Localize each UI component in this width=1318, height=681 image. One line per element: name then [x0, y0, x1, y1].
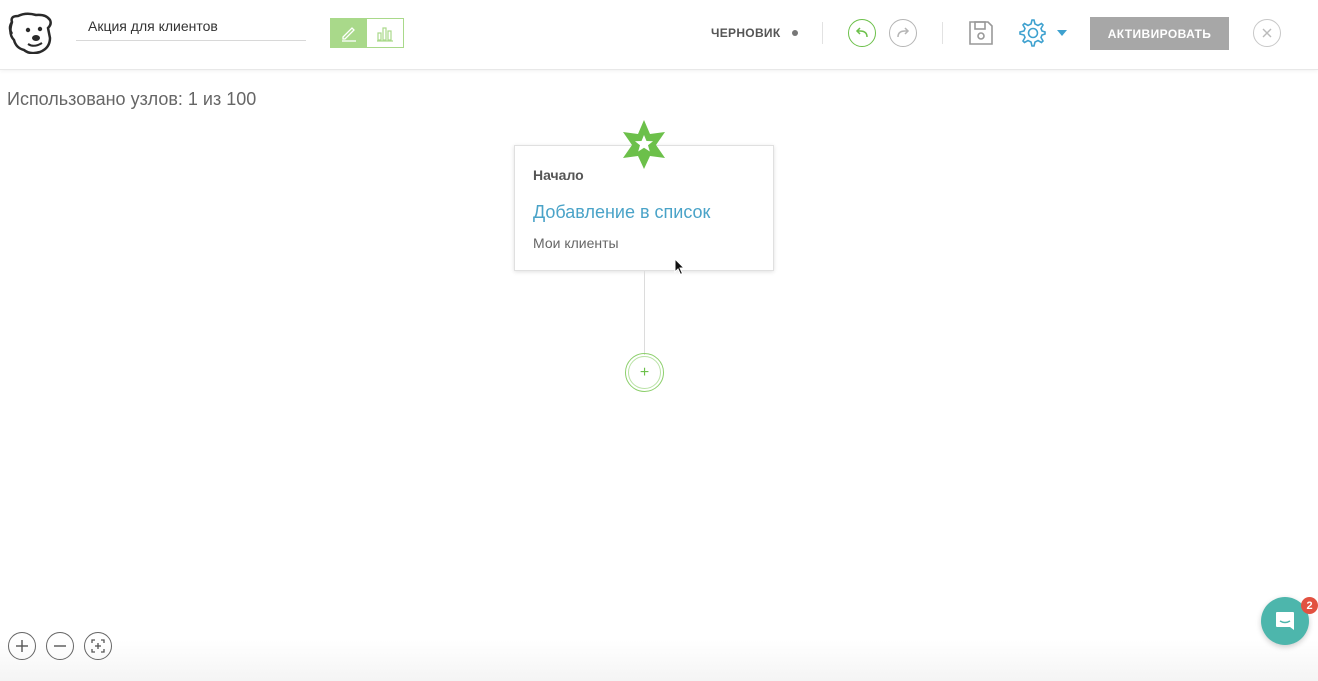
mode-toggle — [330, 18, 404, 48]
zoom-out-button[interactable] — [46, 632, 74, 660]
undo-button[interactable] — [848, 19, 876, 47]
status-dot — [792, 30, 798, 36]
close-button[interactable] — [1253, 19, 1281, 47]
gear-icon[interactable] — [1018, 18, 1048, 48]
toolbar-divider — [822, 22, 823, 44]
top-toolbar: ЧЕРНОВИК АКТИВИРОВАТЬ — [0, 0, 1318, 70]
settings-dropdown-caret[interactable] — [1057, 30, 1067, 36]
undo-icon — [855, 27, 868, 38]
start-node-title: Начало — [533, 167, 584, 183]
add-node-plus: + — [628, 356, 661, 389]
chat-icon — [1276, 612, 1294, 630]
fit-to-screen-button[interactable] — [84, 632, 112, 660]
plus-icon — [16, 640, 28, 652]
node-usage-counter: Использовано узлов: 1 из 100 — [7, 89, 257, 109]
add-node-button[interactable]: + — [625, 353, 664, 392]
fit-screen-icon — [91, 639, 105, 653]
floppy-disk-icon[interactable] — [967, 19, 995, 47]
minus-icon — [54, 645, 66, 647]
redo-button[interactable] — [889, 19, 917, 47]
dog-logo-icon[interactable] — [6, 12, 54, 54]
star-icon — [623, 120, 665, 169]
bottom-fade — [0, 640, 1318, 681]
mouse-cursor-icon — [674, 258, 686, 276]
status-label: ЧЕРНОВИК — [711, 26, 781, 40]
chat-badge: 2 — [1301, 597, 1318, 614]
zoom-in-button[interactable] — [8, 632, 36, 660]
stats-mode-button[interactable] — [367, 19, 403, 47]
campaign-name-input[interactable] — [76, 12, 306, 41]
redo-icon — [897, 27, 910, 38]
edit-mode-button[interactable] — [331, 19, 367, 47]
close-icon — [1262, 28, 1272, 38]
bar-chart-icon — [377, 27, 393, 42]
node-connector — [644, 271, 645, 355]
start-node-list: Мои клиенты — [533, 235, 619, 251]
activate-button[interactable]: АКТИВИРОВАТЬ — [1090, 17, 1229, 50]
pencil-icon — [342, 27, 356, 42]
start-node-action: Добавление в список — [533, 202, 711, 222]
toolbar-divider — [942, 22, 943, 44]
